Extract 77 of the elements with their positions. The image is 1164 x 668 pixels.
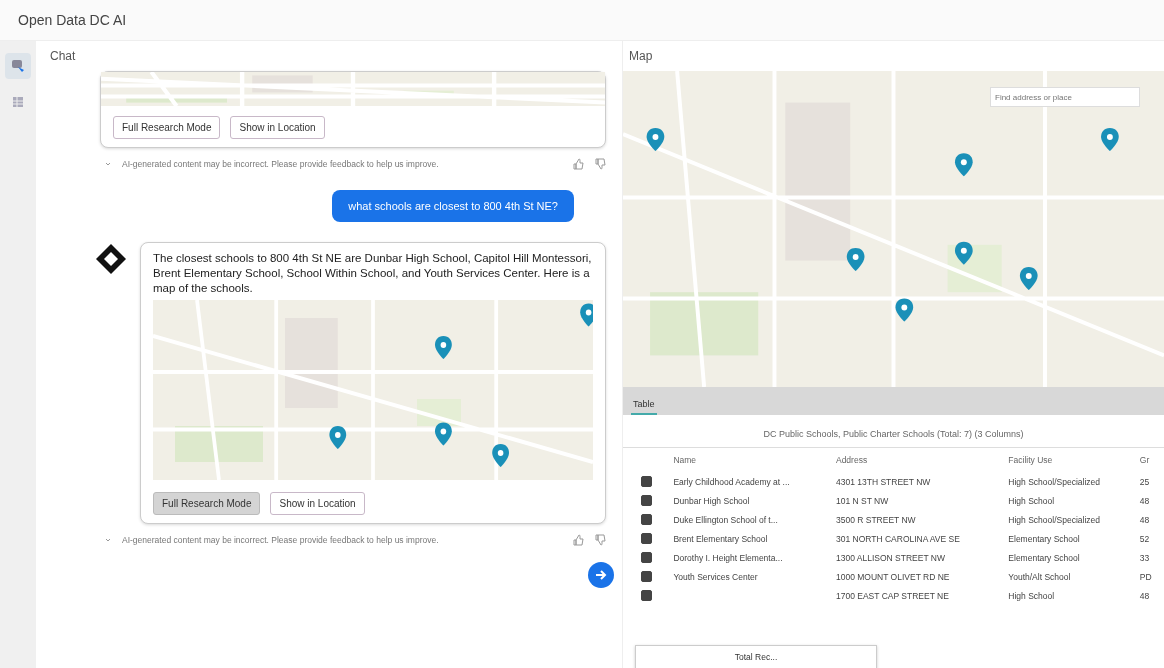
- thumbs-up-icon[interactable]: [572, 158, 584, 170]
- thumbs-down-icon[interactable]: [594, 534, 606, 546]
- table-cell: 4301 13TH STREET NW: [835, 476, 931, 487]
- row-checkbox[interactable]: [641, 495, 652, 506]
- table-cell: High School: [1008, 495, 1055, 506]
- row-checkbox[interactable]: [641, 590, 652, 601]
- column-header[interactable]: Address: [835, 455, 868, 465]
- map-pin-icon[interactable]: [895, 298, 914, 322]
- table-cell: Youth/Alt School: [1008, 571, 1071, 582]
- table-cell: 48: [1139, 590, 1150, 601]
- map-pin-icon[interactable]: [1101, 127, 1119, 151]
- map-pin-icon[interactable]: [329, 426, 347, 449]
- table-cell: High School: [1008, 590, 1055, 601]
- chat-icon: [11, 59, 25, 73]
- panel-title: Map: [629, 49, 653, 63]
- map-pin-icon[interactable]: [646, 127, 665, 151]
- table-cell: 101 N ST NW: [835, 495, 889, 506]
- table-cell: 33: [1139, 552, 1150, 563]
- table-cell: Dunbar High School: [673, 495, 750, 506]
- table-cell: Elementary School: [1008, 533, 1080, 544]
- map-pin-icon[interactable]: [1019, 266, 1038, 290]
- send-button[interactable]: [588, 562, 614, 588]
- action-button[interactable]: Full Research Mode: [153, 492, 261, 515]
- table-cell: 301 NORTH CAROLINA AVE SE: [835, 533, 960, 544]
- sidebar-button[interactable]: [5, 53, 31, 79]
- row-checkbox[interactable]: [641, 571, 652, 582]
- table-cell: Dorothy I. Height Elementa...: [673, 552, 783, 563]
- table-cell: 3500 R STREET NW: [835, 514, 916, 525]
- disclaimer-text: AI-generated content may be incorrect. Please provide feedback to help us improve.: [122, 159, 440, 169]
- column-header[interactable]: Facility Use: [1008, 455, 1053, 465]
- table-tab[interactable]: Table: [631, 395, 657, 415]
- map-pin-icon[interactable]: [580, 303, 593, 327]
- table-cell: 52: [1139, 533, 1150, 544]
- row-checkbox[interactable]: [641, 533, 652, 544]
- thumbs-up-icon[interactable]: [572, 534, 584, 546]
- column-header[interactable]: Gr: [1139, 455, 1150, 465]
- map-pin-icon[interactable]: [954, 153, 973, 177]
- table-cell: 1300 ALLISON STREET NW: [835, 552, 945, 563]
- app-title: Open Data DC AI: [18, 12, 127, 28]
- table-cell: 48: [1139, 495, 1150, 506]
- row-checkbox[interactable]: [641, 552, 652, 563]
- user-message: what schools are closest to 800 4th St NE?: [332, 190, 574, 222]
- map-pin-icon[interactable]: [434, 422, 452, 446]
- bot-avatar-icon: [94, 242, 128, 276]
- table-cell: Duke Ellington School of t...: [673, 514, 778, 525]
- map-pin-icon[interactable]: [954, 241, 973, 265]
- arrow-icon: [595, 569, 607, 581]
- table-cell: Brent Elementary School: [673, 533, 768, 544]
- table-icon: [12, 96, 24, 108]
- action-button[interactable]: Show in Location: [270, 492, 365, 515]
- table-cell: Youth Services Center: [673, 571, 758, 582]
- map-pin-icon[interactable]: [846, 247, 865, 271]
- table-cell: Early Childhood Academy at ...: [673, 476, 790, 487]
- table-cell: 1000 MOUNT OLIVET RD NE: [835, 571, 950, 582]
- disclaimer-text: AI-generated content may be incorrect. Please provide feedback to help us improve.: [122, 535, 440, 545]
- chevron-icon[interactable]: [104, 536, 112, 544]
- table-cell: High School/Specialized: [1008, 514, 1100, 525]
- column-header[interactable]: Name: [673, 455, 697, 465]
- row-checkbox[interactable]: [641, 514, 652, 525]
- thumbs-down-icon[interactable]: [594, 158, 606, 170]
- chevron-icon[interactable]: [104, 160, 112, 168]
- action-button[interactable]: Full Research Mode: [113, 116, 221, 139]
- table-cell: High School/Specialized: [1008, 476, 1100, 487]
- table-title: DC Public Schools, Public Charter Schools (Total: 7) (3 Columns): [763, 429, 1024, 439]
- table-cell: PD: [1139, 571, 1152, 582]
- pagination-bar[interactable]: Total Rec...: [635, 645, 877, 668]
- table-cell: Elementary School: [1008, 552, 1080, 563]
- action-button[interactable]: Show in Location: [230, 116, 325, 139]
- reply-text: The closest schools to 800 4th St NE are Dunbar High School, Capitol Hill Montessori, Brent Elementary School, School Within School, and Youth Services Center. Here is a map of the schools.: [153, 251, 593, 296]
- panel-title: Chat: [50, 49, 76, 63]
- table-cell: 1700 EAST CAP STREET NE: [835, 590, 949, 601]
- map-search-field[interactable]: Find address or place: [990, 87, 1140, 107]
- map-pin-icon[interactable]: [492, 444, 510, 467]
- row-checkbox[interactable]: [641, 476, 652, 487]
- map-pin-icon[interactable]: [434, 336, 452, 359]
- table-cell: 48: [1139, 514, 1150, 525]
- table-cell: 25: [1139, 476, 1150, 487]
